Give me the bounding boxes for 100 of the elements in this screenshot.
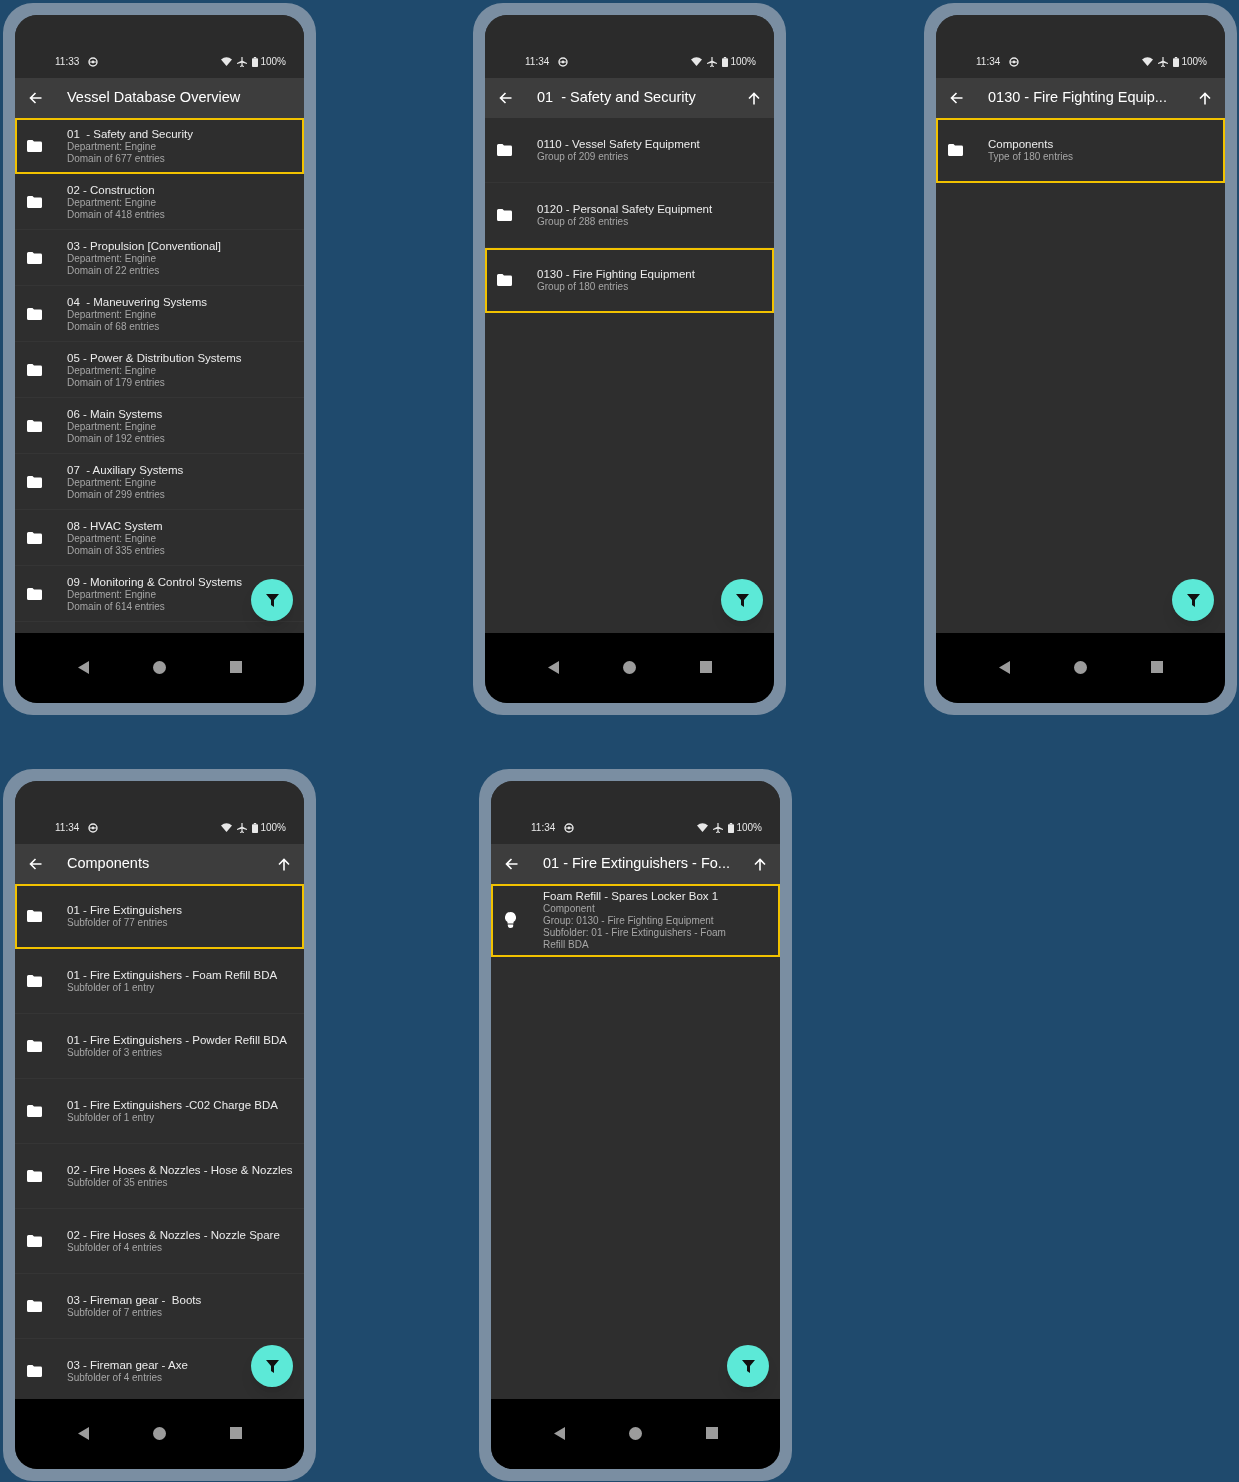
circle-icon xyxy=(629,1426,642,1440)
up-button[interactable] xyxy=(746,90,762,106)
folder-icon xyxy=(27,363,42,376)
home-nav-button[interactable] xyxy=(1073,660,1088,674)
list-item[interactable]: 01 - Fire Extinguishers -C02 Charge BDA Subfolder of 1 entry xyxy=(15,1079,304,1144)
list-item[interactable]: 05 - Power & Distribution Systems Department: Engine Domain of 179 entries xyxy=(15,342,304,398)
status-time: 11:34 xyxy=(55,821,80,835)
list-item[interactable]: 01 - Fire Extinguishers - Foam Refill BDA Subfolder of 1 entry xyxy=(15,949,304,1014)
recents-nav-button[interactable] xyxy=(228,660,243,674)
lightbulb-icon xyxy=(505,912,516,928)
up-button[interactable] xyxy=(276,856,292,872)
battery-percentage: 100% xyxy=(1181,55,1207,69)
item-title: 09 - Monitoring & Control Systems xyxy=(67,574,243,589)
back-nav-button[interactable] xyxy=(76,1426,91,1440)
up-button[interactable] xyxy=(752,856,768,872)
list-item[interactable]: 02 - Construction Department: Engine Domain of 418 entries xyxy=(15,174,304,230)
battery-icon xyxy=(252,822,259,833)
filter-icon xyxy=(265,1359,279,1373)
back-button[interactable] xyxy=(27,90,43,106)
wifi-icon xyxy=(221,823,233,832)
item-title: 05 - Power & Distribution Systems xyxy=(67,350,242,365)
home-nav-button[interactable] xyxy=(152,1426,167,1440)
list-item[interactable]: 07 - Auxiliary Systems Department: Engine Domain of 299 entries xyxy=(15,454,304,510)
folder-icon xyxy=(27,419,42,432)
square-icon xyxy=(229,1427,242,1439)
list-item[interactable]: 0120 - Personal Safety Equipment Group of 288 entries xyxy=(485,183,774,248)
list-item[interactable]: 02 - Fire Hoses & Nozzles - Nozzle Spare Subfolder of 4 entries xyxy=(15,1209,304,1274)
item-title: 0120 - Personal Safety Equipment xyxy=(537,202,713,216)
item-title: 02 - Fire Hoses & Nozzles - Hose & Nozzles xyxy=(67,1163,293,1177)
battery-percentage: 100% xyxy=(260,55,286,69)
back-button[interactable] xyxy=(497,90,513,106)
list-item[interactable]: 0130 - Fire Fighting Equipment Group of 180 entries xyxy=(485,248,774,313)
list-item[interactable]: 06 - Main Systems Department: Engine Domain of 192 entries xyxy=(15,398,304,454)
folder-icon xyxy=(27,587,42,600)
screen-title: Components xyxy=(67,854,151,874)
recents-nav-button[interactable] xyxy=(704,1426,719,1440)
recents-nav-button[interactable] xyxy=(228,1426,243,1440)
item-detail: Domain of 192 entries xyxy=(67,432,165,445)
item-detail: Domain of 677 entries xyxy=(67,152,166,165)
battery-percentage: 100% xyxy=(730,55,756,69)
up-arrow-icon xyxy=(754,857,766,871)
folder-icon xyxy=(27,975,42,987)
home-nav-button[interactable] xyxy=(622,660,637,674)
back-button[interactable] xyxy=(27,856,43,872)
item-detail: Domain of 179 entries xyxy=(67,376,166,389)
list-item[interactable]: 02 - Fire Hoses & Nozzles - Hose & Nozzles Subfolder of 35 entries xyxy=(15,1144,304,1209)
square-icon xyxy=(1150,661,1163,673)
back-nav-button[interactable] xyxy=(546,660,561,674)
item-detail: Department: Engine xyxy=(67,196,157,209)
folder-icon xyxy=(27,475,42,488)
back-button[interactable] xyxy=(948,90,964,106)
back-nav-button[interactable] xyxy=(997,660,1012,674)
back-nav-button[interactable] xyxy=(76,660,91,674)
up-button[interactable] xyxy=(1197,90,1213,106)
battery-icon xyxy=(1173,56,1180,67)
item-title: 01 - Fire Extinguishers - Powder Refill BDA xyxy=(67,1033,287,1047)
screen-title: 01 - Safety and Security xyxy=(537,88,697,108)
item-title: 01 - Fire Extinguishers -C02 Charge BDA xyxy=(67,1098,278,1112)
list-item[interactable]: 01 - Safety and Security Department: Engine Domain of 677 entries xyxy=(15,118,304,174)
status-time: 11:34 xyxy=(976,55,1001,69)
list-item[interactable]: 03 - Fireman gear - Boots Subfolder of 7 entries xyxy=(15,1274,304,1339)
recents-nav-button[interactable] xyxy=(698,660,713,674)
home-nav-button[interactable] xyxy=(152,660,167,674)
item-detail: Type of 180 entries xyxy=(988,151,1074,163)
square-icon xyxy=(705,1427,718,1439)
list-item[interactable]: 01 - Fire Extinguishers - Powder Refill BDA Subfolder of 3 entries xyxy=(15,1014,304,1079)
back-button[interactable] xyxy=(503,856,519,872)
folder-icon xyxy=(27,1040,42,1052)
item-detail: Department: Engine xyxy=(67,588,157,601)
item-detail: Domain of 22 entries xyxy=(67,264,161,277)
folder-icon xyxy=(27,531,42,544)
item-detail: Group: 0130 - Fire Fighting Equipment xyxy=(543,915,715,927)
item-detail: Domain of 418 entries xyxy=(67,208,165,221)
folder-icon xyxy=(497,209,512,221)
folder-icon xyxy=(27,1105,42,1117)
circle-icon xyxy=(153,1426,166,1440)
wifi-icon xyxy=(1142,57,1154,66)
wifi-icon xyxy=(697,823,709,832)
item-detail: Domain of 335 entries xyxy=(67,544,165,557)
recents-nav-button[interactable] xyxy=(1149,660,1164,674)
list-item[interactable]: Foam Refill - Spares Locker Box 1 Component Group: 0130 - Fire Fighting Equipment Subfolder: 01 - Fire Extinguishers - Foam Refill BDA xyxy=(491,884,780,957)
list-item[interactable]: 0110 - Vessel Safety Equipment Group of 209 entries xyxy=(485,118,774,183)
item-title: 0110 - Vessel Safety Equipment xyxy=(537,137,700,151)
home-nav-button[interactable] xyxy=(628,1426,643,1440)
list-item[interactable]: 03 - Propulsion [Conventional] Department: Engine Domain of 22 entries xyxy=(15,230,304,286)
folder-icon xyxy=(27,1170,42,1182)
item-detail: Domain of 68 entries xyxy=(67,320,161,333)
list-item[interactable]: 04 - Maneuvering Systems Department: Engine Domain of 68 entries xyxy=(15,286,304,342)
item-title: 06 - Main Systems xyxy=(67,406,164,421)
back-nav-button[interactable] xyxy=(552,1426,567,1440)
back-arrow-icon xyxy=(28,858,42,870)
folder-icon xyxy=(27,910,42,922)
item-title: Foam Refill - Spares Locker Box 1 xyxy=(543,889,720,903)
item-title: 03 - Fireman gear - Boots xyxy=(67,1293,202,1307)
list-item[interactable]: 01 - Fire Extinguishers Subfolder of 77 entries xyxy=(15,884,304,949)
list-item[interactable]: Components Type of 180 entries xyxy=(936,118,1225,183)
item-title: 01 - Safety and Security xyxy=(67,126,193,141)
folder-icon xyxy=(27,195,42,208)
folder-icon xyxy=(497,144,512,156)
list-item[interactable]: 08 - HVAC System Department: Engine Domain of 335 entries xyxy=(15,510,304,566)
